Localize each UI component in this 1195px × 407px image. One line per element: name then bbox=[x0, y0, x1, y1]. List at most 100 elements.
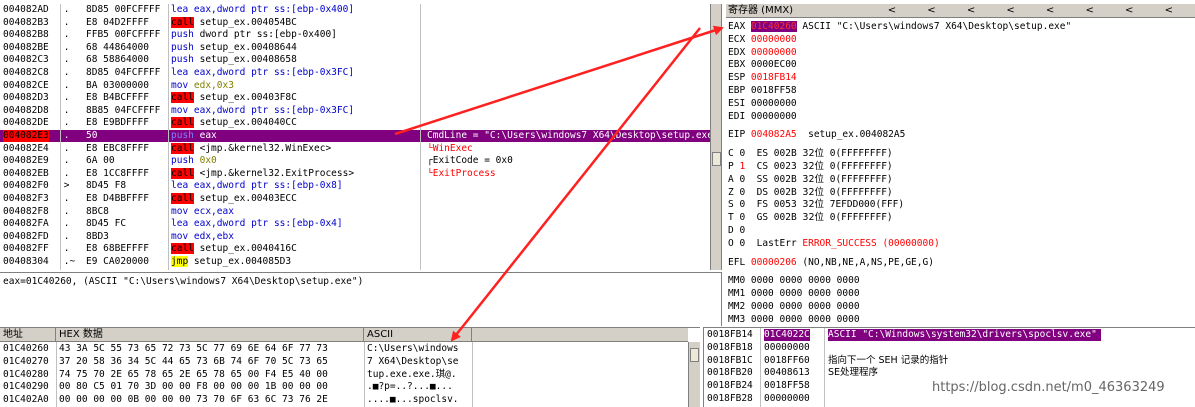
disasm-row[interactable]: 004082B8 . FFB5 00FCFFFF push dword ptr s… bbox=[0, 29, 420, 41]
disasm-opcode: mov bbox=[171, 230, 189, 242]
register-row[interactable]: EAX 01C40260 ASCII "C:\Users\windows7 X6… bbox=[728, 21, 1193, 33]
flag-value: 0 bbox=[739, 225, 746, 236]
stack-note: SE处理程序 bbox=[828, 367, 879, 379]
segment-value: 002B bbox=[773, 186, 803, 198]
disasm-row[interactable]: 004082F8 . 8BC8 mov ecx,eax bbox=[0, 206, 420, 218]
register-row[interactable]: EBP 0018FF58 bbox=[728, 85, 1193, 97]
disasm-row[interactable]: 004082C8 . 8D85 04FCFFFF lea eax,dword pt… bbox=[0, 67, 420, 79]
register-row[interactable]: EDI 00000000 bbox=[728, 111, 1193, 123]
stack-address: 0018FB14 bbox=[707, 329, 753, 340]
flag-row[interactable]: D 0 bbox=[728, 225, 1193, 237]
dump-scrollbar[interactable] bbox=[688, 342, 700, 407]
register-name: EAX bbox=[728, 21, 751, 32]
register-name: EBX bbox=[728, 59, 751, 71]
mmx-row[interactable]: MM1 0000 0000 0000 0000 bbox=[728, 288, 1193, 300]
register-row[interactable]: ESP 0018FB14 bbox=[728, 72, 1193, 84]
disasm-row[interactable]: 004082B3 . E8 04D2FFFF call setup_ex.0040… bbox=[0, 16, 420, 29]
mmx-row[interactable]: MM2 0000 0000 0000 0000 bbox=[728, 301, 1193, 313]
disasm-operand: setup_ex.00403F8C bbox=[193, 92, 297, 104]
disasm-hex: 8BD3 bbox=[86, 230, 109, 242]
register-eip[interactable]: EIP 004082A5 setup_ex.004082A5 bbox=[728, 129, 1193, 141]
disassembly-scrollbar[interactable] bbox=[710, 4, 721, 270]
disasm-row[interactable]: 004082DE . E8 E9BDFFFF call setup_ex.0040… bbox=[0, 117, 420, 129]
disasm-row[interactable]: 004082E3 . 50 push eax bbox=[0, 130, 420, 142]
stack-pane[interactable]: 0018FB14 01C4022C ASCII "C:\Windows\system… bbox=[703, 327, 1195, 407]
flag-row[interactable]: P 1 CS 0023 32位 0(FFFFFFFF) bbox=[728, 161, 1193, 173]
disasm-row[interactable]: 004082EB . E8 1CC8FFFF call <jmp.&kernel3… bbox=[0, 167, 420, 180]
disasm-row[interactable]: 004082FA . 8D45 FC lea eax,dword ptr ss:[… bbox=[0, 218, 420, 230]
dump-ascii: C:\Users\windows bbox=[367, 343, 459, 354]
dump-row[interactable]: 01C40260 43 3A 5C 55 73 65 72 73 5C 77 69… bbox=[0, 343, 688, 355]
register-efl[interactable]: EFL 00000206 (NO,NB,NE,A,NS,PE,GE,G) bbox=[728, 257, 1193, 269]
disasm-row[interactable]: 004082D8 . 8B85 04FCFFFF mov eax,dword pt… bbox=[0, 105, 420, 117]
flag-row[interactable]: C 0 ES 002B 32位 0(FFFFFFFF) bbox=[728, 148, 1193, 160]
stack-row[interactable]: 0018FB18 00000000 bbox=[704, 342, 1195, 354]
disasm-operand: eax,dword ptr ss:[ebp-0x8] bbox=[188, 180, 343, 192]
mmx-row[interactable]: MM0 0000 0000 0000 0000 bbox=[728, 275, 1193, 287]
flag-row[interactable]: A 0 SS 002B 32位 0(FFFFFFFF) bbox=[728, 174, 1193, 186]
disasm-opcode: jmp bbox=[171, 256, 189, 267]
stack-row[interactable]: 0018FB1C 0018FF60 指向下一个 SEH 记录的指针 bbox=[704, 355, 1195, 367]
stack-row[interactable]: 0018FB14 01C4022C ASCII "C:\Windows\system… bbox=[704, 329, 1195, 341]
dump-pane[interactable]: 地址 HEX 数据 ASCII 01C40260 43 3A 5C 55 73 6… bbox=[0, 327, 700, 407]
register-row[interactable]: ESI 00000000 bbox=[728, 98, 1193, 110]
dump-row[interactable]: 01C40270 37 20 58 36 34 5C 44 65 73 6B 74… bbox=[0, 356, 688, 368]
disasm-address: 004082B3 bbox=[3, 16, 49, 28]
disasm-row[interactable]: 004082CE . BA 03000000 mov edx,0x3 bbox=[0, 80, 420, 92]
disasm-row[interactable]: 004082E9 . 6A 00 push 0x0 bbox=[0, 155, 420, 167]
dump-row[interactable]: 01C402A0 00 00 00 00 0B 00 00 00 73 70 6F… bbox=[0, 394, 688, 406]
register-row[interactable]: EDX 00000000 bbox=[728, 47, 1193, 59]
dump-address: 01C40290 bbox=[3, 381, 49, 393]
flag-row[interactable]: T 0 GS 002B 32位 0(FFFFFFFF) bbox=[728, 212, 1193, 224]
segment-info: 0(FFFFFFFF) bbox=[824, 161, 893, 172]
disasm-row[interactable]: 00408304 .~ E9 CA020000 jmp setup_ex.00408… bbox=[0, 256, 420, 268]
segment-name: GS bbox=[745, 212, 774, 224]
stack-address: 0018FB24 bbox=[707, 380, 753, 392]
disassembly-pane[interactable]: 004082AD . 8D85 00FCFFFF lea eax,dword pt… bbox=[0, 4, 722, 270]
disasm-row[interactable]: 004082D3 . E8 B4BCFFFF call setup_ex.0040… bbox=[0, 92, 420, 104]
disasm-row[interactable]: 004082BE . 68 44864000 push setup_ex.0040… bbox=[0, 42, 420, 54]
register-row[interactable]: EBX 0000EC00 bbox=[728, 59, 1193, 71]
segment-value: 0023 bbox=[773, 161, 803, 172]
dump-row[interactable]: 01C40290 00 80 C5 01 70 3D 00 00 F8 00 00… bbox=[0, 381, 688, 393]
disasm-address: 004082F8 bbox=[3, 205, 49, 217]
disasm-row[interactable]: 004082F3 . E8 D4BBFFFF call setup_ex.0040… bbox=[0, 193, 420, 205]
stack-row[interactable]: 0018FB20 00408613 SE处理程序 bbox=[704, 367, 1195, 379]
registers-pane[interactable]: EAX 01C40260 ASCII "C:\Users\windows7 X6… bbox=[726, 19, 1195, 325]
disasm-instruction: push 0x0 bbox=[171, 155, 217, 167]
disasm-row[interactable]: 004082F0 > 8D45 F8 lea eax,dword ptr ss:[… bbox=[0, 180, 420, 192]
dump-row[interactable]: 01C40280 74 75 70 2E 65 78 65 2E 65 78 65… bbox=[0, 369, 688, 381]
scroll-thumb[interactable] bbox=[690, 348, 699, 362]
segment-bits: 32位 bbox=[802, 186, 824, 198]
disasm-address: 004082F0 bbox=[3, 180, 49, 192]
stack-note: ASCII "C:\Windows\system32\drivers\spocl… bbox=[828, 329, 1101, 341]
disasm-row[interactable]: 004082C3 . 68 58864000 push setup_ex.0040… bbox=[0, 54, 420, 66]
disasm-row[interactable]: 004082FD . 8BD3 mov edx,ebx bbox=[0, 231, 420, 243]
disasm-row[interactable]: 004082AD . 8D85 00FCFFFF lea eax,dword pt… bbox=[0, 4, 420, 16]
disasm-opcode: call bbox=[171, 92, 194, 104]
flag-row[interactable]: S 0 FS 0053 32位 7EFDD000(FFF) bbox=[728, 199, 1193, 211]
stack-address: 0018FB18 bbox=[707, 341, 753, 353]
disasm-opcode: call bbox=[171, 167, 194, 179]
dump-col-ascii[interactable]: ASCII bbox=[364, 328, 472, 342]
dump-col-address[interactable]: 地址 bbox=[0, 328, 56, 342]
watermark: https://blog.csdn.net/m0_46363249 bbox=[932, 380, 1165, 395]
flag-row[interactable]: Z 0 DS 002B 32位 0(FFFFFFFF) bbox=[728, 187, 1193, 199]
dump-col-hex[interactable]: HEX 数据 bbox=[56, 328, 364, 342]
scroll-thumb[interactable] bbox=[712, 152, 721, 166]
disasm-row[interactable]: 004082FF . E8 68BEFFFF call setup_ex.0040… bbox=[0, 243, 420, 255]
disasm-hex: 68 44864000 bbox=[86, 41, 149, 53]
disasm-row[interactable]: 004082E4 . E8 EBC8FFFF call <jmp.&kernel3… bbox=[0, 142, 420, 155]
flag-row[interactable]: O 0 LastErr ERROR_SUCCESS (00000000) bbox=[728, 238, 1193, 250]
registers-nav-arrows[interactable]: < < < < < < < < bbox=[888, 4, 1187, 18]
mmx-row[interactable]: MM3 0000 0000 0000 0000 bbox=[728, 314, 1193, 325]
disasm-instruction: call <jmp.&kernel32.ExitProcess> bbox=[171, 167, 354, 180]
mmx-value: MM3 0000 0000 0000 0000 bbox=[728, 313, 860, 325]
disasm-operand: eax,dword ptr ss:[ebp-0x3FC] bbox=[188, 67, 355, 78]
segment-value: 002B bbox=[773, 148, 803, 160]
disasm-hex: 8D85 00FCFFFF bbox=[86, 4, 161, 15]
segment-value: 0053 bbox=[773, 199, 803, 211]
info-line: eax=01C40260, (ASCII "C:\Users\windows7 … bbox=[3, 276, 364, 287]
dump-header-fill bbox=[472, 328, 688, 342]
register-row[interactable]: ECX 00000000 bbox=[728, 34, 1193, 46]
